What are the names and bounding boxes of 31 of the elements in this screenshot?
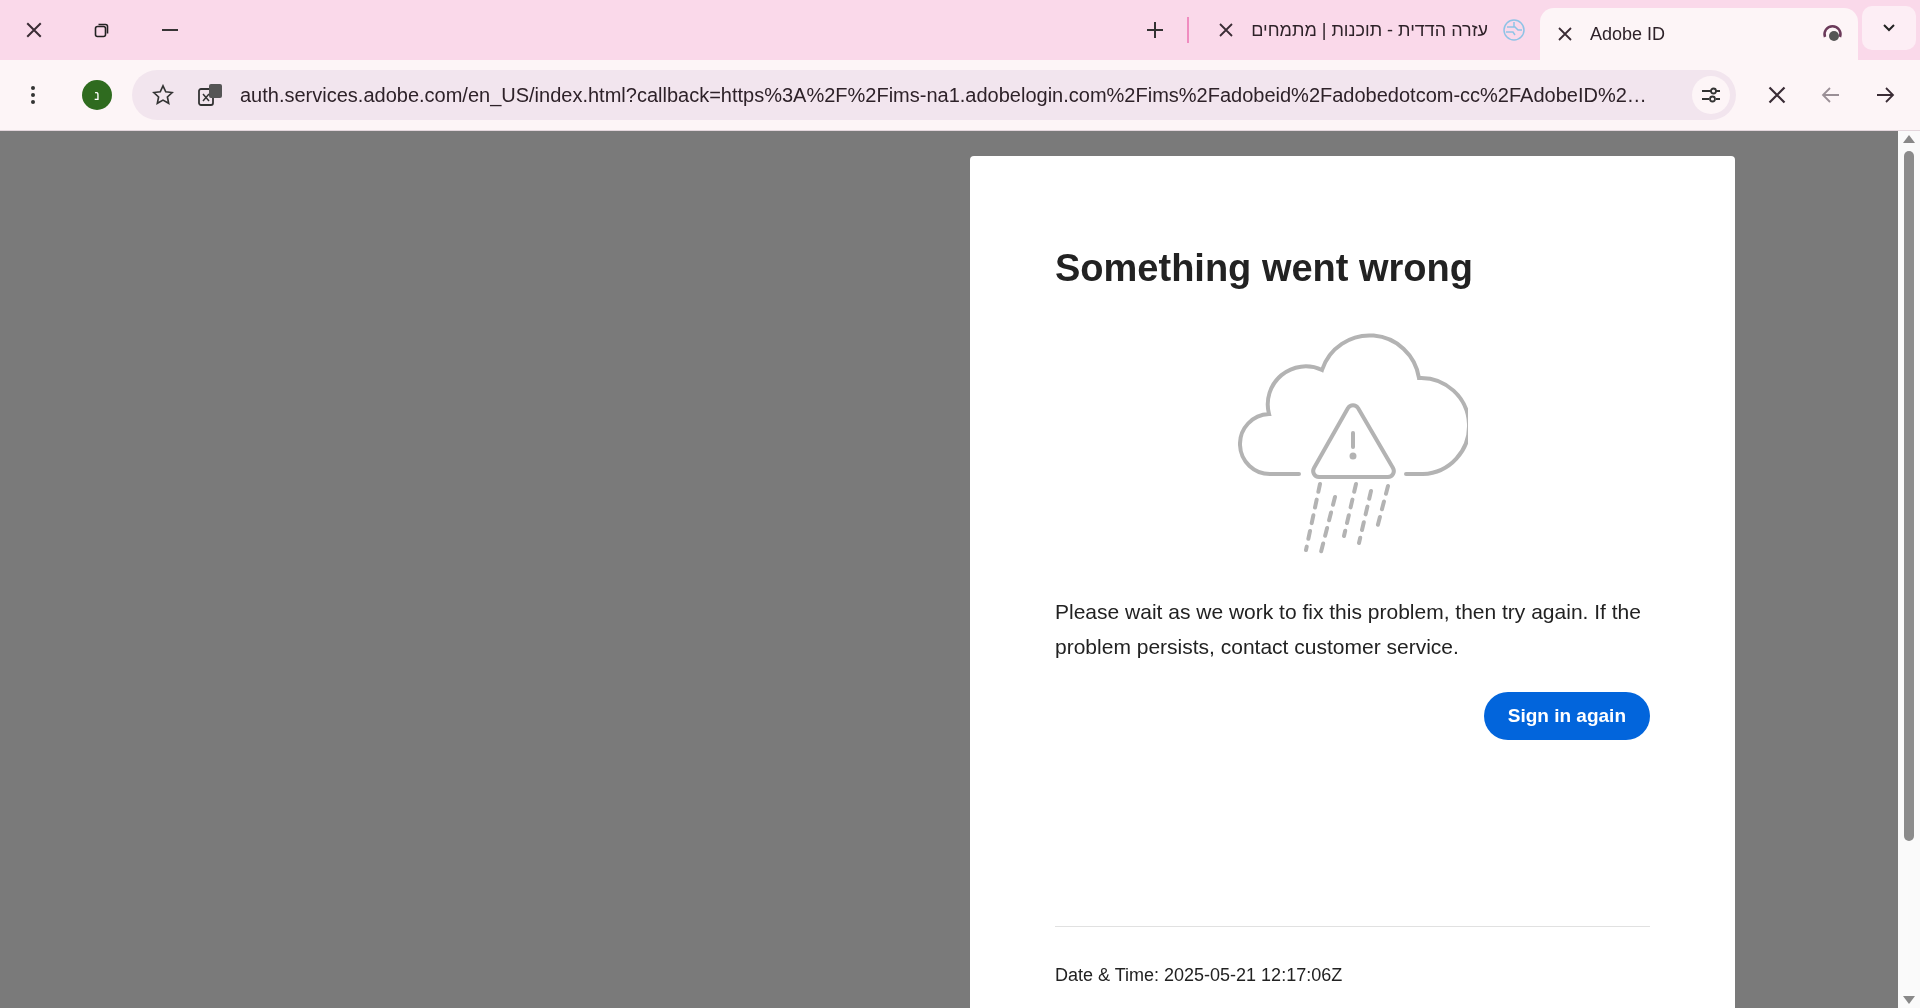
close-icon [25,21,43,39]
restore-icon [94,22,110,38]
more-vertical-icon [30,85,36,105]
tab[interactable]: עזרה הדדית - תוכנות | מתמחים [1201,8,1540,52]
scrollbar[interactable] [1898,131,1920,1008]
address-bar[interactable]: auth.services.adobe.com/en_US/index.html?callback=https%3A%2F%2Fims-na1.adobelogin.com%2Fims%2Fadobeid%2Fadobedotcom-cc%2FAdobeID%2… [132,70,1736,120]
tab-title: Adobe ID [1590,23,1667,45]
tune-icon [1701,86,1721,104]
minimize-icon [162,28,178,32]
error-title: Something went wrong [1055,246,1474,291]
close-icon [1767,85,1787,105]
plus-icon [1146,21,1165,39]
star-icon [152,84,174,106]
translate-icon [198,83,224,107]
close-icon [1218,22,1235,38]
site-settings-button[interactable] [1692,76,1730,114]
scrollbar-thumb[interactable] [1904,151,1914,841]
date-time-text: Date & Time: 2025-05-21 12:17:06Z [1055,965,1344,986]
scroll-down-icon [1903,996,1915,1004]
scroll-up-icon [1903,135,1915,143]
error-message: Please wait as we work to fix this problem, then try again. If the problem persists, contact customer service. [1055,599,1642,660]
sign-in-button[interactable]: Sign in again [1483,692,1650,740]
left-arrow-icon [1821,85,1841,105]
close-icon [1557,26,1573,42]
tab-title: עזרה הדדית - תוכנות | מתמחים [1251,19,1488,41]
profile-avatar[interactable]: נ [82,80,112,110]
right-arrow-icon [1875,85,1895,105]
chevron-down-icon [1882,23,1896,33]
active-tab[interactable]: Adobe ID [1540,8,1858,60]
circuit-globe-icon [1502,18,1526,42]
url-text: auth.services.adobe.com/en_US/index.html?callback=https%3A%2F%2Fims-na1.adobelogin.com%2Fims%2Fadobeid%2Fadobedotcom-cc%2FAdobeID%2… [240,83,1648,107]
